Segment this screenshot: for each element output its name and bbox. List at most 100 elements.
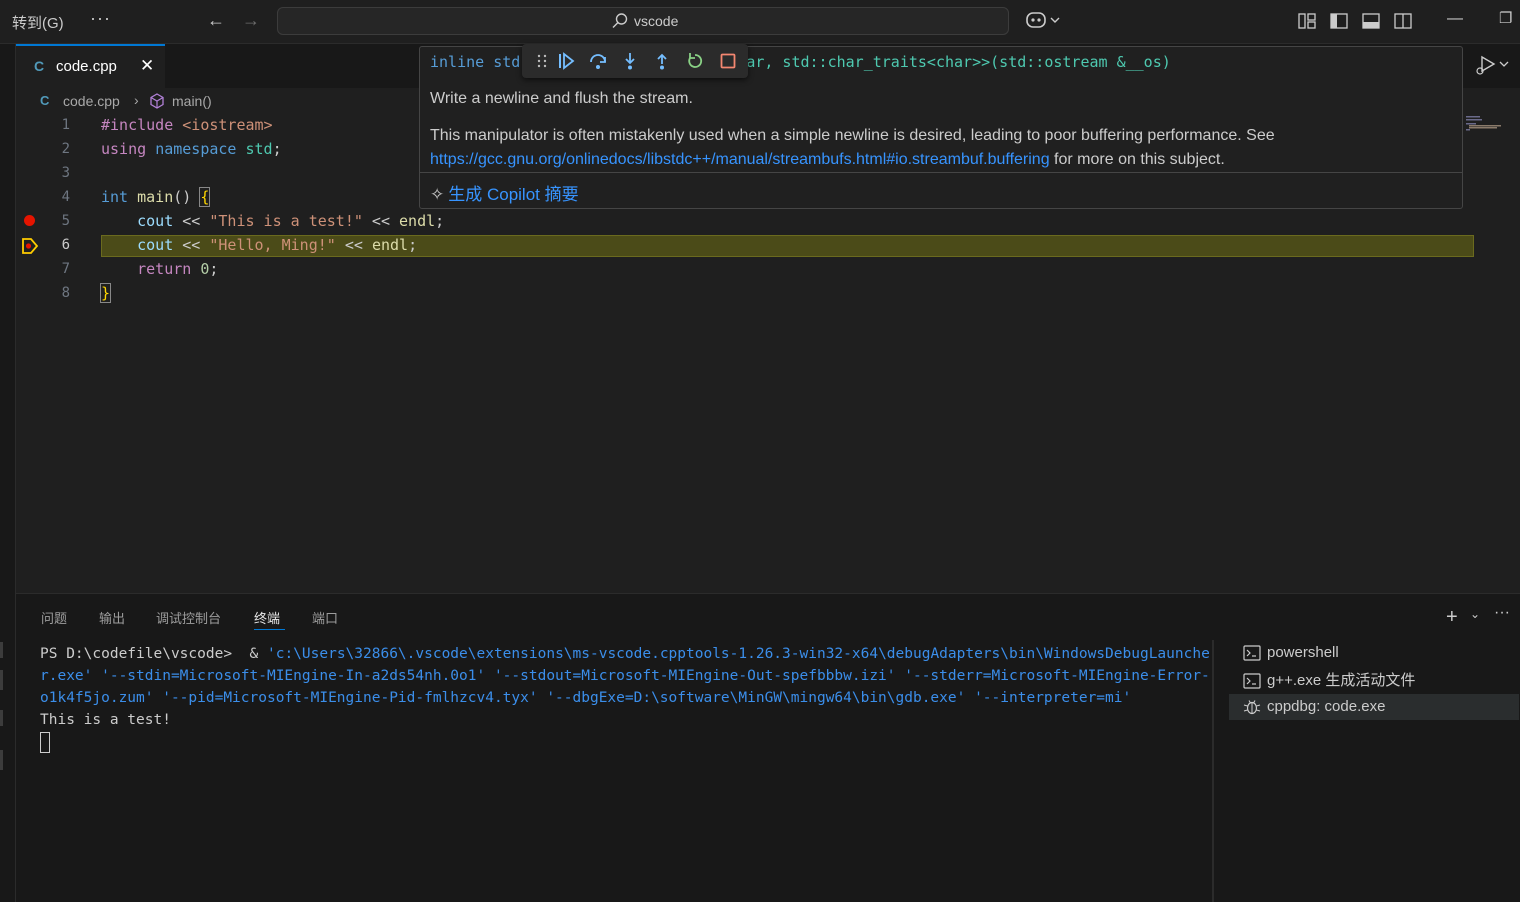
menu-goto[interactable]: 转到(G) bbox=[12, 12, 64, 33]
close-icon[interactable]: ✕ bbox=[140, 56, 154, 76]
terminal-program-output: This is a test! bbox=[40, 712, 171, 728]
breadcrumb-file[interactable]: code.cpp bbox=[63, 93, 120, 109]
code-segment: return bbox=[137, 260, 192, 278]
symbol-method-icon bbox=[150, 93, 164, 109]
terminal-item-label: g++.exe 生成活动文件 bbox=[1267, 672, 1416, 689]
title-bar: 转到(G) ··· ← → vscode — ❐ bbox=[0, 0, 1520, 44]
line-number: 1 bbox=[61, 117, 70, 133]
terminal-cursor bbox=[40, 731, 50, 753]
cpp-file-icon: C bbox=[34, 58, 45, 74]
terminal-divider[interactable] bbox=[1212, 640, 1214, 902]
tab-label: code.cpp bbox=[56, 58, 117, 75]
step-out-icon[interactable] bbox=[652, 51, 672, 71]
code-text: using namespace std; bbox=[101, 140, 282, 158]
line-number: 5 bbox=[61, 213, 70, 229]
restart-icon[interactable] bbox=[685, 51, 705, 71]
code-segment: cout bbox=[137, 212, 174, 230]
terminal-item-powershell[interactable]: powershell bbox=[1229, 640, 1519, 666]
tab-terminal[interactable]: 终端 bbox=[254, 608, 280, 627]
hover-detail-tail: for more on this subject. bbox=[1049, 151, 1225, 168]
new-terminal-icon[interactable]: + bbox=[1446, 606, 1458, 629]
copilot-summary-label: 生成 Copilot 摘要 bbox=[448, 185, 579, 204]
code-segment: main bbox=[137, 188, 174, 206]
code-text: } bbox=[99, 281, 112, 305]
stop-icon[interactable] bbox=[718, 51, 738, 71]
code-text: #include <iostream> bbox=[101, 113, 273, 137]
search-icon bbox=[612, 13, 628, 28]
minimize-icon[interactable]: — bbox=[1447, 10, 1463, 28]
terminal-icon bbox=[1243, 673, 1261, 689]
code-segment: } bbox=[99, 283, 112, 303]
signature-start: inline std bbox=[430, 53, 521, 71]
terminal-output[interactable]: PS D:\codefile\vscode> & 'c:\Users\32866… bbox=[40, 643, 1214, 893]
minimap[interactable] bbox=[1465, 115, 1505, 131]
code-segment: endl bbox=[399, 212, 436, 230]
tab-code-cpp[interactable]: C code.cpp ✕ bbox=[16, 44, 165, 88]
code-line: 5 cout << "This is a test!" << endl; bbox=[16, 209, 1520, 233]
toggle-panel-icon[interactable] bbox=[1361, 11, 1381, 31]
code-line: 7 return 0; bbox=[16, 257, 1520, 281]
terminal-prompt: PS D:\codefile\vscode> & bbox=[40, 646, 267, 662]
code-segment: int bbox=[101, 188, 129, 206]
step-into-icon[interactable] bbox=[620, 51, 640, 71]
line-number: 4 bbox=[61, 189, 70, 205]
line-number: 6 bbox=[61, 237, 70, 253]
hover-detail-text: This manipulator is often mistakenly use… bbox=[430, 127, 1275, 144]
customize-layout-icon[interactable] bbox=[1297, 11, 1317, 31]
forward-arrow-icon[interactable]: → bbox=[242, 10, 260, 31]
drag-handle-icon[interactable] bbox=[532, 51, 552, 71]
terminal-item-gpp[interactable]: g++.exe 生成活动文件 bbox=[1229, 668, 1519, 694]
line-number: 7 bbox=[61, 261, 70, 277]
terminal-item-label: cppdbg: code.exe bbox=[1267, 698, 1386, 715]
bottom-panel: 问题 输出 调试控制台 终端 端口 + ⌄ ··· PS D:\codefile… bbox=[16, 593, 1520, 902]
toggle-secondary-sidebar-icon[interactable] bbox=[1393, 11, 1413, 31]
copilot-icon[interactable] bbox=[1024, 8, 1064, 34]
code-text: cout << "This is a test!" << endl; bbox=[137, 212, 445, 230]
active-tab-indicator bbox=[254, 629, 285, 630]
code-text: cout << "Hello, Ming!" << endl; bbox=[137, 236, 418, 254]
tab-debug-console[interactable]: 调试控制台 bbox=[156, 608, 221, 627]
run-debug-icon[interactable] bbox=[1470, 52, 1514, 80]
more-actions-icon[interactable]: ··· bbox=[1494, 604, 1510, 622]
code-segment: cout bbox=[137, 236, 174, 254]
chevron-down-icon[interactable]: ⌄ bbox=[1470, 607, 1480, 621]
generate-copilot-summary-link[interactable]: ✧ 生成 Copilot 摘要 bbox=[430, 180, 579, 205]
breadcrumb-symbol[interactable]: main() bbox=[172, 93, 212, 109]
code-segment: "Hello, Ming!" bbox=[209, 236, 336, 254]
tab-problems[interactable]: 问题 bbox=[41, 608, 67, 627]
command-center-label: vscode bbox=[634, 13, 679, 29]
hover-description: Write a newline and flush the stream. bbox=[430, 90, 693, 107]
chevron-right-icon: › bbox=[134, 92, 139, 108]
back-arrow-icon[interactable]: ← bbox=[207, 10, 225, 31]
toggle-primary-sidebar-icon[interactable] bbox=[1329, 11, 1349, 31]
code-line: 6 cout << "Hello, Ming!" << endl; bbox=[16, 233, 1520, 257]
code-segment: { bbox=[199, 187, 211, 207]
code-segment: std bbox=[245, 140, 273, 158]
terminal-item-cppdbg[interactable]: cppdbg: code.exe bbox=[1229, 694, 1519, 720]
code-segment: #include bbox=[101, 116, 174, 134]
line-number: 3 bbox=[61, 165, 70, 181]
command-center-search[interactable]: vscode bbox=[277, 7, 1009, 35]
line-number: 2 bbox=[61, 141, 70, 157]
terminal-item-label: powershell bbox=[1267, 644, 1339, 661]
hover-detail: This manipulator is often mistakenly use… bbox=[430, 124, 1450, 172]
code-segment: <iostream> bbox=[182, 116, 273, 134]
cpp-file-icon: C bbox=[40, 93, 50, 108]
code-segment: endl bbox=[371, 236, 409, 254]
debug-icon bbox=[1243, 700, 1261, 715]
terminal-icon bbox=[1243, 645, 1261, 661]
continue-icon[interactable] bbox=[556, 51, 576, 71]
sparkle-icon: ✧ bbox=[430, 185, 445, 204]
tab-ports[interactable]: 端口 bbox=[312, 608, 338, 627]
restore-icon[interactable]: ❐ bbox=[1499, 9, 1512, 27]
code-text: int main() { bbox=[101, 187, 211, 207]
code-segment: using bbox=[101, 140, 147, 158]
hover-doc-link[interactable]: https://gcc.gnu.org/onlinedocs/libstdc++… bbox=[430, 151, 1050, 168]
step-over-icon[interactable] bbox=[588, 51, 608, 71]
line-number: 8 bbox=[61, 285, 70, 301]
menu-more-button[interactable]: ··· bbox=[90, 8, 111, 29]
code-segment: 0 bbox=[200, 260, 210, 278]
tab-output[interactable]: 输出 bbox=[99, 608, 125, 627]
debug-toolbar bbox=[522, 44, 748, 78]
code-line: 8 } bbox=[16, 281, 1520, 305]
